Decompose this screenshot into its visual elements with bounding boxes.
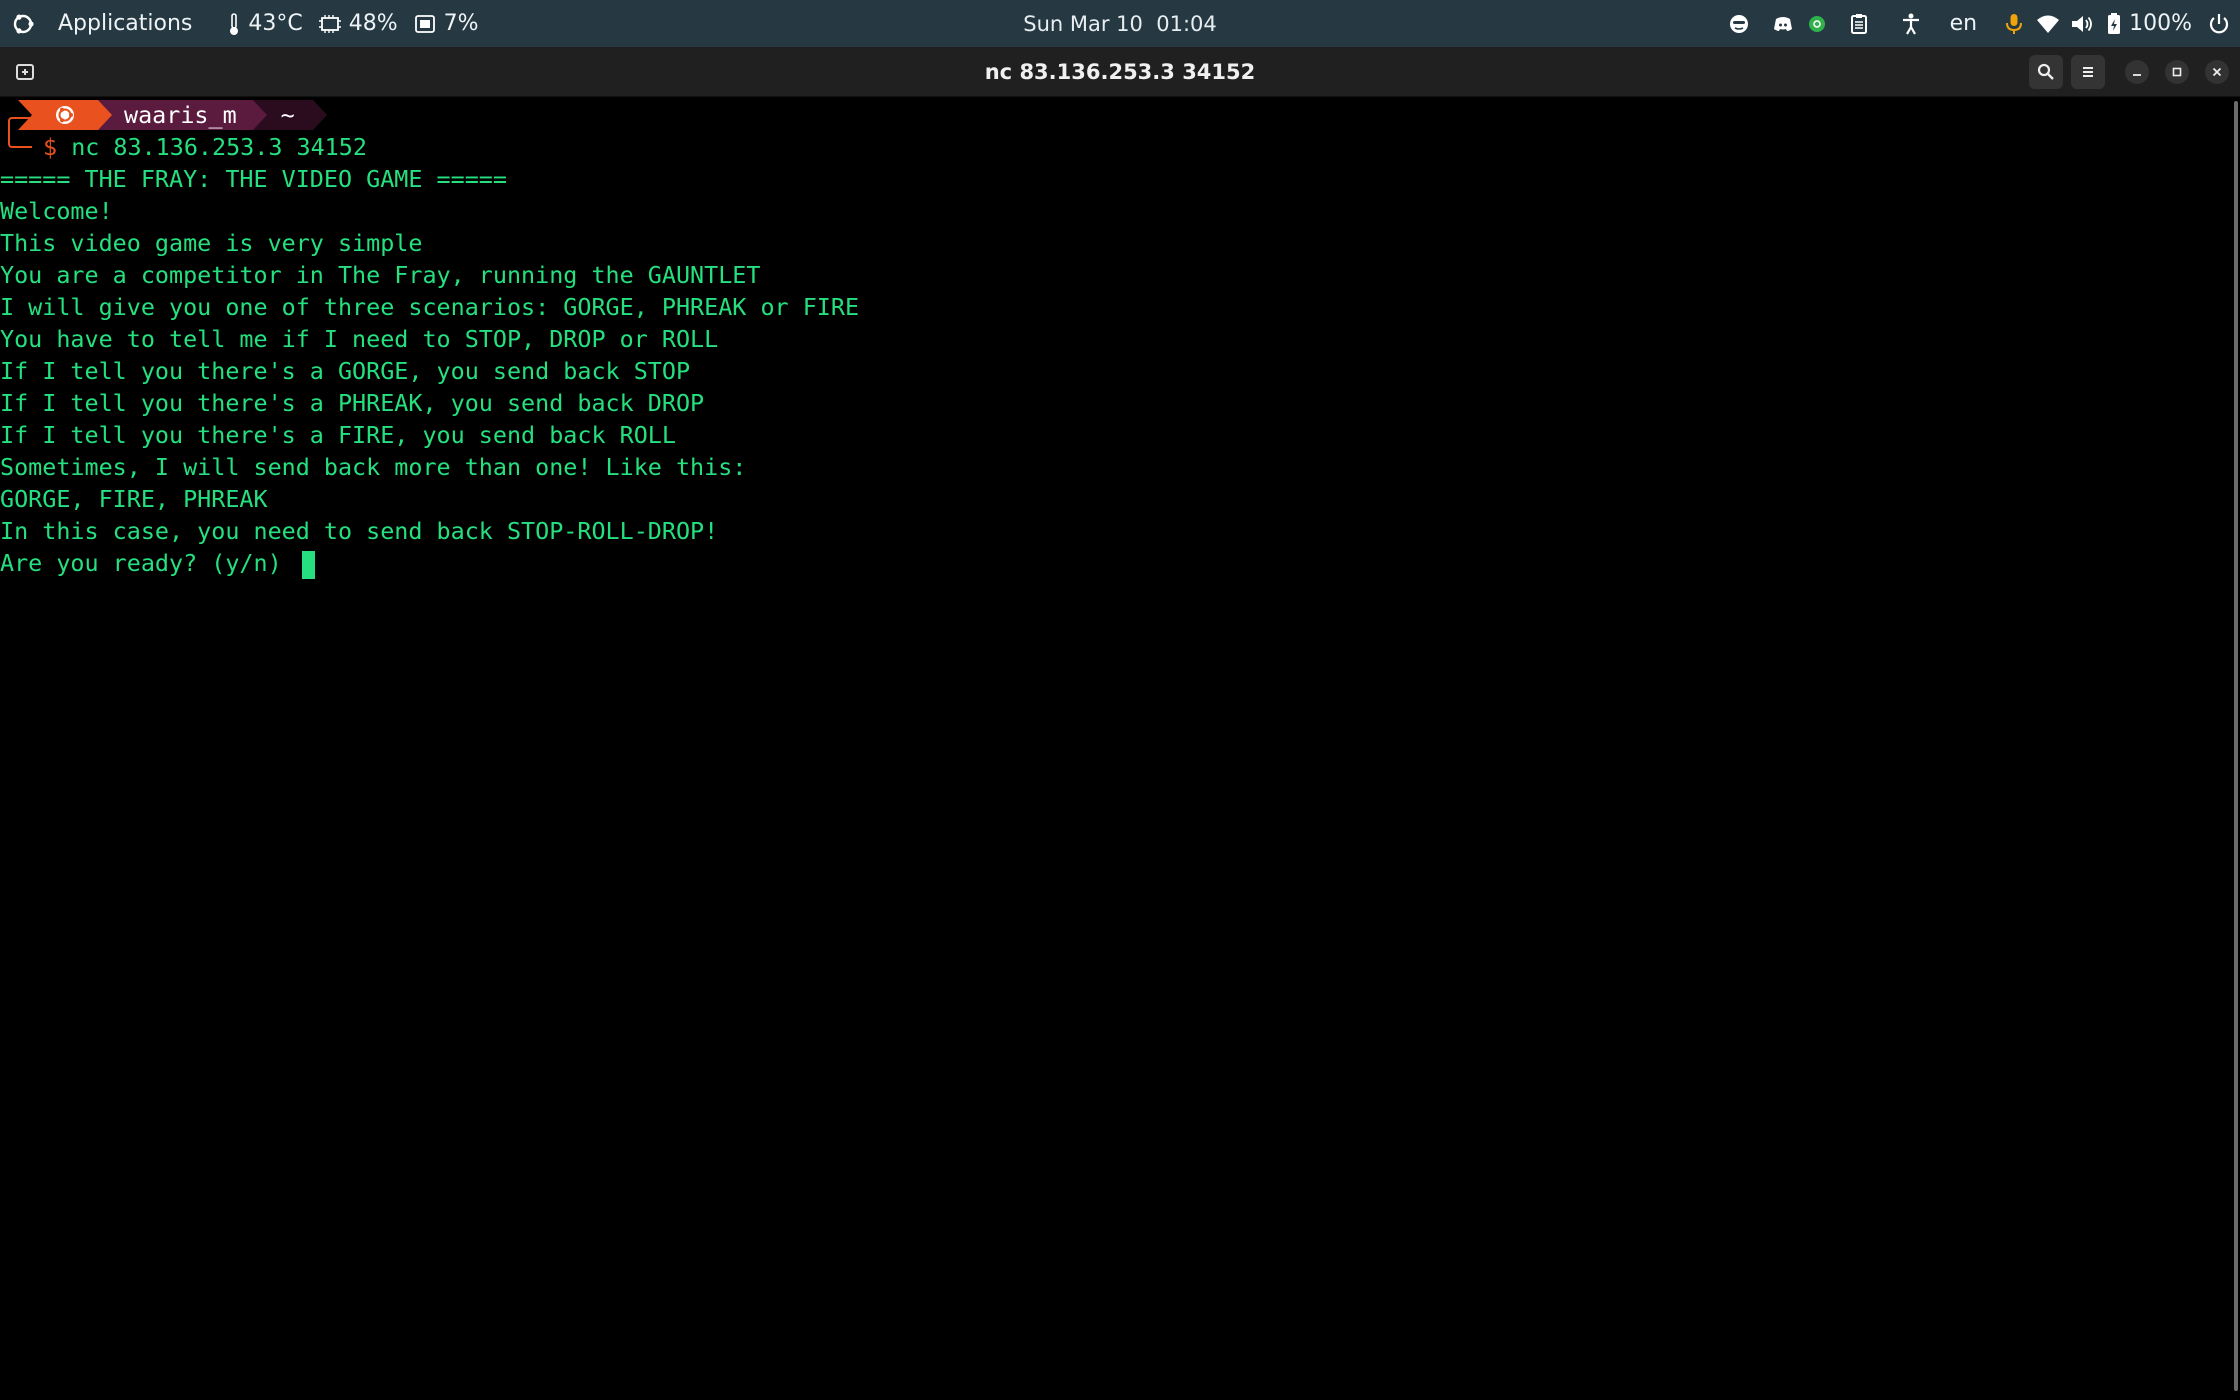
cpu-indicator[interactable]: 48% [317,11,398,37]
minimize-button[interactable] [2125,60,2149,84]
output-line: I will give you one of three scenarios: … [0,293,860,321]
memory-icon [412,11,438,37]
output-line: ===== THE FRAY: THE VIDEO GAME ===== [0,165,507,193]
output-line: If I tell you there's a PHREAK, you send… [0,389,705,417]
output-line: If I tell you there's a GORGE, you send … [0,357,691,385]
output-line: Sometimes, I will send back more than on… [0,453,747,481]
output-line: GORGE, FIRE, PHREAK [0,485,268,513]
power-icon[interactable] [2206,11,2232,37]
discord-icon[interactable] [1770,11,1796,37]
search-button[interactable] [2029,55,2063,89]
microphone-icon[interactable] [2001,11,2027,37]
terminal-cursor [301,550,315,579]
output-line: In this case, you need to send back STOP… [0,517,719,545]
new-tab-icon [12,59,38,85]
new-tab-button[interactable] [8,55,42,89]
command-text: nc 83.136.253.3 34152 [71,133,367,161]
face-status-icon[interactable] [1726,11,1752,37]
command-line: $ nc 83.136.253.3 34152 [43,131,367,163]
close-button[interactable] [2205,60,2229,84]
top-panel: Applications 43°C 48% 7% Sun Mar 10 01:0… [0,0,2240,47]
output-line: Welcome! [0,197,113,225]
memory-indicator[interactable]: 7% [412,11,479,37]
scrollbar[interactable] [2234,101,2238,1391]
window-title-text: nc 83.136.253.3 34152 [984,60,1256,84]
shell-prompt: waaris_m ~ [0,99,327,131]
wifi-icon[interactable] [2035,11,2061,37]
window-headerbar: nc 83.136.253.3 34152 [0,47,2240,97]
terminal-window: nc 83.136.253.3 34152 waaris_m ~ $ nc 83… [0,47,2240,1400]
output-line: You have to tell me if I need to STOP, D… [0,325,719,353]
accessibility-icon[interactable] [1898,11,1924,37]
thermometer-icon [226,11,242,37]
maximize-button[interactable] [2165,60,2189,84]
temperature-value: 43°C [248,11,303,36]
battery-charging-icon [2105,11,2123,37]
memory-value: 7% [443,11,479,36]
prompt-user-segment: waaris_m [98,100,267,130]
output-line: This video game is very simple [0,229,423,257]
prompt-dir: ~ [280,101,295,129]
temperature-indicator[interactable]: 43°C [226,11,303,37]
ready-prompt-text: Are you ready? (y/n) [0,549,296,577]
close-icon [2212,67,2222,77]
volume-icon[interactable] [2069,11,2095,37]
output-line: You are a competitor in The Fray, runnin… [0,261,761,289]
output-line: If I tell you there's a FIRE, you send b… [0,421,676,449]
clock[interactable]: Sun Mar 10 01:04 [1023,0,1217,47]
prompt-symbol: $ [43,133,58,161]
maximize-icon [2172,67,2182,77]
menu-button[interactable] [2071,55,2105,89]
battery-indicator[interactable]: 100% [2105,11,2192,37]
hamburger-menu-icon [2075,59,2101,85]
clock-text: Sun Mar 10 01:04 [1023,11,1217,36]
battery-value: 100% [2129,11,2192,36]
green-status-icon[interactable] [1804,11,1830,37]
minimize-icon [2133,74,2141,76]
ubuntu-logo-icon[interactable] [10,11,36,37]
window-title: nc 83.136.253.3 34152 [985,47,1256,97]
terminal-content[interactable]: waaris_m ~ $ nc 83.136.253.3 34152 =====… [0,97,2228,1400]
applications-menu[interactable]: Applications [58,11,192,36]
ubuntu-logo-icon [52,102,78,128]
clipboard-icon[interactable] [1846,11,1872,37]
search-icon [2033,59,2059,85]
cpu-value: 48% [348,11,398,36]
prompt-os-segment [18,100,112,130]
input-prompt-line: Are you ready? (y/n) [0,547,315,579]
prompt-user: waaris_m [124,101,237,129]
language-indicator[interactable]: en [1950,11,1977,36]
cpu-chip-icon [317,11,343,37]
applications-label: Applications [58,11,193,36]
language-label: en [1949,11,1978,36]
